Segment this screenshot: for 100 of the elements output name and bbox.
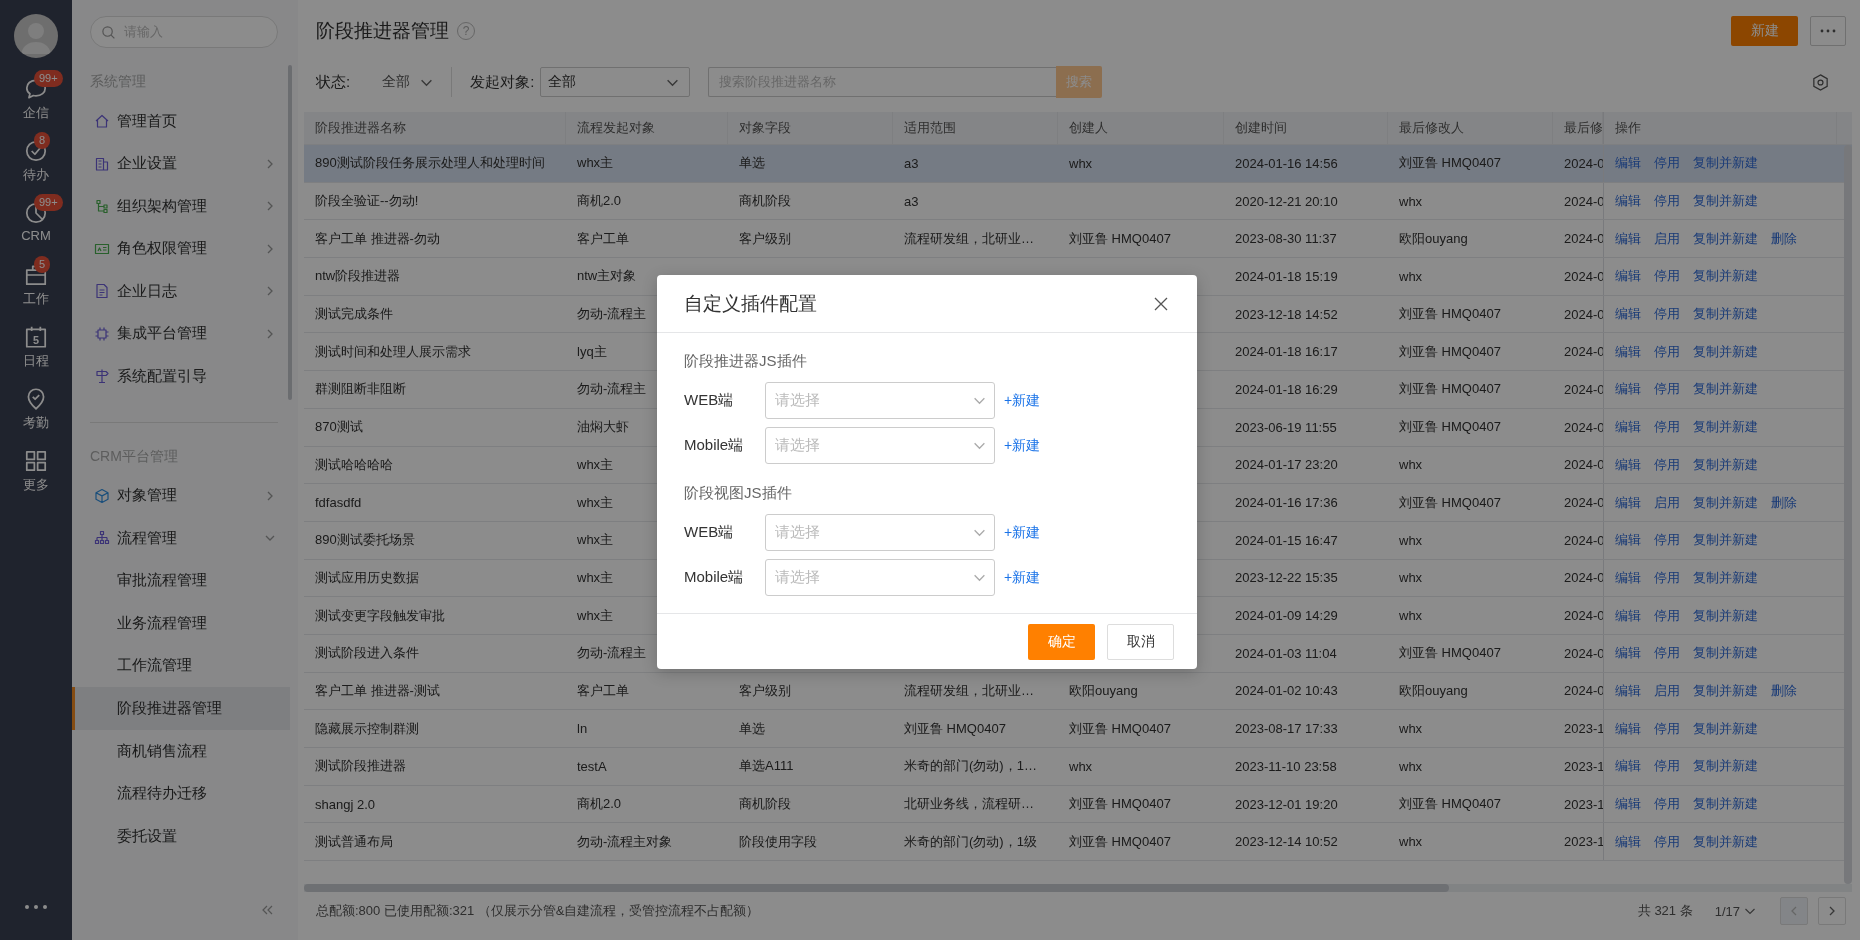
table-cell-text: 刘亚鲁 HMQ0407 (1399, 342, 1501, 361)
quota-text: 总配额:800 已使用配额:321 （仅展示分管&自建流程，受管控流程不占配额） (316, 902, 760, 920)
table-cell-text: 刘亚鲁 HMQ0407 (1069, 832, 1171, 851)
table-cell-text: 刘亚鲁 HMQ0407 (904, 719, 1006, 738)
table-cell-text: 测试阶段进入条件 (315, 644, 419, 663)
table-cell-text: 2024-0 (1564, 192, 1605, 211)
table-cell-text: a3 (904, 154, 919, 173)
table-cell-text: 2024-01-09 14:29 (1235, 607, 1338, 626)
field-label: WEB端 (684, 391, 735, 410)
table-cell-text: whx (1399, 757, 1423, 776)
table-cell-text: 商机阶段 (739, 795, 791, 814)
table-cell-text: 2023-1 (1564, 720, 1605, 739)
table-cell-text: 单选 (739, 154, 765, 173)
table-cell-text: 2023-1 (1564, 757, 1605, 776)
table-cell-text: 2024-01-15 16:47 (1235, 531, 1338, 550)
table-cell-text: 2024-0 (1564, 607, 1605, 626)
table-cell-text: 2024-0 (1564, 418, 1605, 437)
table-cell-text: 刘亚鲁 HMQ0407 (1399, 795, 1501, 814)
table-cell-text: 商机阶段 (739, 192, 791, 211)
table-cell-text: 890测试委托场景 (315, 531, 415, 550)
table-cell-text: 2024-0 (1564, 230, 1605, 249)
table-cell-text: 流程研发组，北研业… (904, 229, 1034, 248)
table-cell-text: 北研业务线，流程研… (904, 795, 1034, 814)
table-cell-text: 2024-0 (1564, 343, 1605, 362)
table-cell-text: 客户工单 推进器-勿动 (315, 229, 440, 248)
table-cell-text: 单选A111 (739, 757, 794, 776)
table-cell-text: 2024-01-18 16:17 (1235, 343, 1338, 362)
table-cell-text: 欧阳ouyang (1399, 229, 1468, 248)
table-cell-text: 测试哈哈哈哈 (315, 455, 393, 474)
table-cell-text: 阶段使用字段 (739, 832, 817, 851)
table-cell-text: 刘亚鲁 HMQ0407 (1399, 305, 1501, 324)
column-header: 创建时间 (1224, 112, 1388, 144)
table-cell-text: 欧阳ouyang (1069, 681, 1138, 700)
table-cell-text: whx (1399, 456, 1423, 475)
table-cell-text: 2024-0 (1564, 380, 1605, 399)
table-cell-text: 2024-0 (1564, 305, 1605, 324)
table-cell-text: testA (577, 757, 607, 776)
table-cell-text: 单选 (739, 719, 765, 738)
filter-label: 状态: (316, 72, 351, 92)
table-cell-text: 群测阻断非阻断 (315, 380, 406, 399)
table-cell-text: 2024-01-16 14:56 (1235, 154, 1338, 173)
section-title: 阶段视图JS插件 (684, 483, 792, 503)
table-cell-text: 2024-0 (1564, 569, 1605, 588)
table-cell-text: whx主 (577, 606, 614, 625)
table-cell-text: 刘亚鲁 HMQ0407 (1069, 229, 1171, 248)
table-cell-text: 商机2.0 (577, 795, 622, 814)
table-cell-text: 客户级别 (739, 681, 791, 700)
table-cell-text: 2023-08-17 17:33 (1235, 720, 1338, 739)
table-cell-text: 商机2.0 (577, 192, 622, 211)
table-cell-text: whx (1399, 531, 1423, 550)
table-cell-text: 欧阳ouyang (1399, 681, 1468, 700)
table-cell-text: whx (1069, 154, 1093, 173)
column-header: 阶段推进器名称 (304, 112, 566, 144)
table-cell-text: 2024-01-17 23:20 (1235, 456, 1338, 475)
table-cell-text: 勿动-流程主对象 (577, 832, 673, 851)
count-badge: 99+ (34, 70, 63, 87)
table-cell-text: 客户工单 (577, 229, 629, 248)
dialog-title: 自定义插件配置 (684, 291, 817, 316)
field-label: Mobile端 (684, 568, 745, 587)
table-cell-text: 2024-0 (1564, 154, 1605, 173)
count-badge: 99+ (34, 194, 63, 211)
table-cell-text: 刘亚鲁 HMQ0407 (1399, 493, 1501, 512)
table-cell-text: fdfasdfd (315, 494, 362, 513)
table-cell-text: whx (1069, 757, 1093, 776)
table-cell-text: 2024-01-16 17:36 (1235, 494, 1338, 513)
table-cell-text: whx (1399, 192, 1423, 211)
table-cell-text: 2023-06-19 11:55 (1235, 418, 1337, 437)
table-cell-text: 流程研发组，北研业… (904, 681, 1034, 700)
table-cell-text: 刘亚鲁 HMQ0407 (1069, 795, 1171, 814)
table-cell-text: 2023-08-30 11:37 (1235, 230, 1337, 249)
table-cell-text: 2020-12-21 20:10 (1235, 192, 1338, 211)
table-cell-text: 2023-12-22 15:35 (1235, 569, 1338, 588)
table-cell-text: 测试完成条件 (315, 305, 393, 324)
table-cell-text: whx主 (577, 154, 614, 173)
table-cell-text: 2024-0 (1564, 682, 1605, 701)
count-badge: 8 (34, 132, 51, 149)
table-cell-text: 刘亚鲁 HMQ0407 (1399, 644, 1501, 663)
table-cell-text: 2024-0 (1564, 494, 1605, 513)
table-cell-text: 测试时间和处理人展示需求 (315, 342, 471, 361)
table-cell-text: 2024-0 (1564, 456, 1605, 475)
table-cell-text: 2023-12-18 14:52 (1235, 305, 1338, 324)
column-header: 最后修改人 (1388, 112, 1553, 144)
table-cell-text: 米奇的部门(勿动)，1级 (904, 832, 1037, 851)
table-cell-text: a3 (904, 192, 919, 211)
column-header: 操作 (1603, 112, 1837, 144)
table-cell-text: whx (1399, 267, 1423, 286)
table-cell-text: whx主 (577, 568, 614, 587)
table-cell-text: 2024-01-02 10:43 (1235, 682, 1338, 701)
table-cell-text: 测试普通布局 (315, 832, 393, 851)
table-cell-text: ln (577, 720, 588, 739)
table-cell-text: 2023-1 (1564, 795, 1605, 814)
table-cell-text: 2024-01-03 11:04 (1235, 644, 1337, 663)
table-cell-text: whx (1399, 720, 1423, 739)
table-cell-text: 刘亚鲁 HMQ0407 (1399, 380, 1501, 399)
table-cell-text: 2024-0 (1564, 644, 1605, 663)
field-label: WEB端 (684, 523, 735, 542)
table-cell-text: 2023-11-10 23:58 (1235, 757, 1337, 776)
table-cell-text: 测试应用历史数据 (315, 568, 419, 587)
table-cell-text: 2023-12-14 10:52 (1235, 833, 1338, 852)
total-count: 共 321 条 (1637, 902, 1693, 920)
